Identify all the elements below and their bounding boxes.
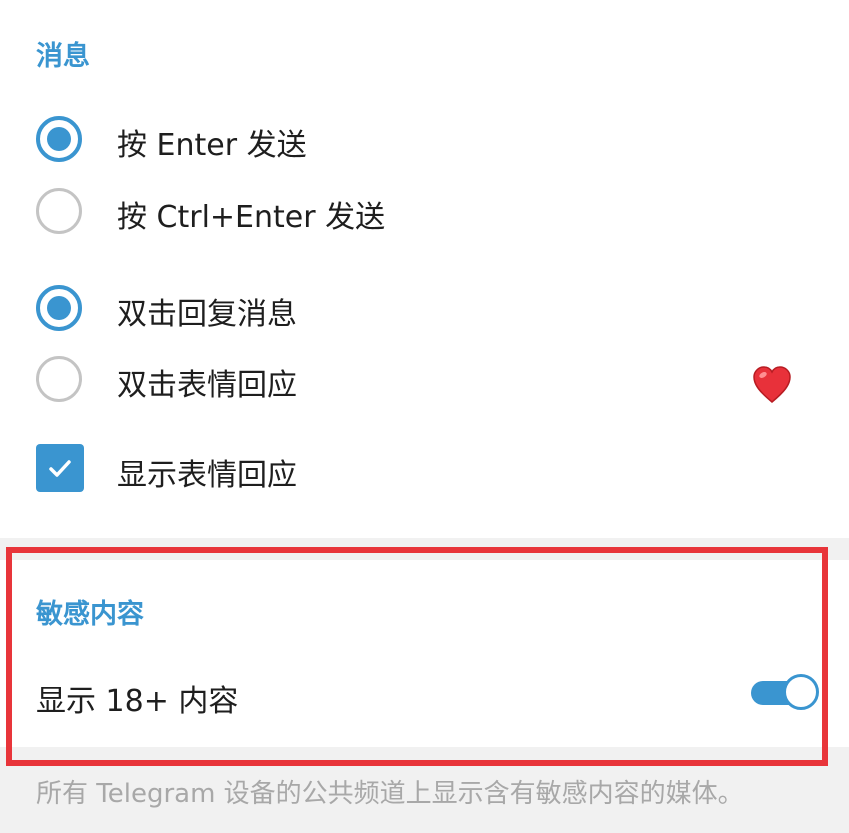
radio-option-double-click-reaction[interactable]: 双击表情回应 — [0, 348, 849, 408]
settings-chat-panel: 消息 按 Enter 发送 按 Ctrl+Enter 发送 双击回复消息 双击表… — [0, 0, 849, 833]
checkbox-label: 显示表情回应 — [117, 458, 297, 493]
radio-button-unchecked[interactable] — [36, 188, 82, 234]
toggle-knob — [783, 674, 819, 710]
radio-option-label: 按 Enter 发送 — [117, 128, 307, 163]
radio-option-label: 双击回复消息 — [117, 297, 297, 332]
radio-option-double-click-reply[interactable]: 双击回复消息 — [0, 277, 849, 337]
red-heart-icon[interactable] — [752, 366, 792, 404]
section-divider — [0, 538, 849, 560]
radio-option-send-ctrl-enter[interactable]: 按 Ctrl+Enter 发送 — [0, 180, 849, 240]
show-18-plus-label: 显示 18+ 内容 — [36, 684, 239, 719]
sensitive-content-section: 敏感内容 显示 18+ 内容 — [0, 560, 849, 747]
radio-option-label: 双击表情回应 — [117, 368, 297, 403]
show-18-plus-toggle[interactable] — [751, 672, 821, 714]
radio-option-send-enter[interactable]: 按 Enter 发送 — [0, 108, 849, 168]
radio-button-checked[interactable] — [36, 285, 82, 331]
sensitive-section-title: 敏感内容 — [36, 599, 144, 630]
messages-section-title: 消息 — [36, 41, 90, 72]
checkbox-checked[interactable] — [36, 444, 84, 492]
radio-button-unchecked[interactable] — [36, 356, 82, 402]
radio-option-label: 按 Ctrl+Enter 发送 — [117, 200, 386, 235]
checkbox-show-reactions[interactable]: 显示表情回应 — [0, 438, 849, 498]
messages-section: 消息 按 Enter 发送 按 Ctrl+Enter 发送 双击回复消息 双击表… — [0, 0, 849, 538]
sensitive-content-description: 所有 Telegram 设备的公共频道上显示含有敏感内容的媒体。 — [36, 779, 744, 809]
radio-button-checked[interactable] — [36, 116, 82, 162]
